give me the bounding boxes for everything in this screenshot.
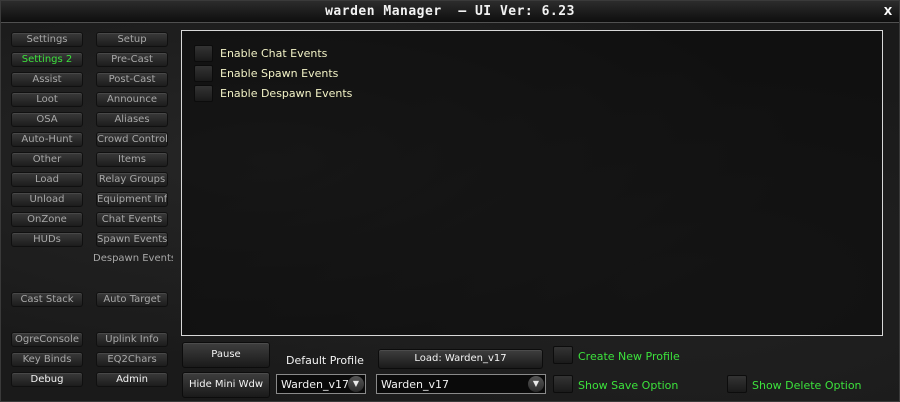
hide-mini-window-button[interactable]: Hide Mini Wdw: [182, 372, 270, 398]
nav-loot[interactable]: Loot: [11, 92, 83, 107]
window-title: warden Manager — UI Ver: 6.23: [325, 4, 575, 19]
create-new-profile-label: Create New Profile: [578, 350, 680, 363]
nav-key-binds[interactable]: Key Binds: [11, 352, 83, 367]
nav-relay-groups[interactable]: Relay Groups: [96, 172, 168, 187]
nav-uplink-info[interactable]: Uplink Info: [96, 332, 168, 347]
chevron-down-icon: ▼: [348, 376, 364, 392]
nav-eq2chars[interactable]: EQ2Chars: [96, 352, 168, 367]
nav-ogre-console[interactable]: OgreConsole: [11, 332, 83, 347]
nav-equipment-info[interactable]: Equipment Info: [96, 192, 168, 207]
nav-pre-cast[interactable]: Pre-Cast: [96, 52, 168, 67]
nav-auto-target[interactable]: Auto Target: [96, 292, 168, 307]
nav-aliases[interactable]: Aliases: [96, 112, 168, 127]
nav-onzone[interactable]: OnZone: [11, 212, 83, 227]
nav-unload[interactable]: Unload: [11, 192, 83, 207]
profile-select[interactable]: Warden_v17 ▼: [376, 374, 546, 394]
nav-spawn-events[interactable]: Spawn Events: [96, 232, 168, 247]
default-profile-label: Default Profile: [286, 354, 364, 367]
enable-chat-events-checkbox[interactable]: [194, 45, 213, 62]
nav-chat-events[interactable]: Chat Events: [96, 212, 168, 227]
settings-2-panel: Enable Chat Events Enable Spawn Events E…: [181, 30, 883, 336]
load-profile-button[interactable]: Load: Warden_v17: [378, 349, 543, 369]
nav-settings-2[interactable]: Settings 2: [11, 52, 83, 67]
enable-spawn-events-checkbox[interactable]: [194, 65, 213, 82]
pause-button[interactable]: Pause: [182, 342, 270, 368]
enable-despawn-events-label: Enable Despawn Events: [220, 87, 353, 100]
profile-select-value: Warden_v17: [381, 378, 449, 391]
nav-cast-stack[interactable]: Cast Stack: [11, 292, 83, 307]
close-button[interactable]: X: [881, 5, 895, 19]
show-save-option-label: Show Save Option: [578, 379, 679, 392]
nav-auto-hunt[interactable]: Auto-Hunt: [11, 132, 83, 147]
nav-other[interactable]: Other: [11, 152, 83, 167]
nav-assist[interactable]: Assist: [11, 72, 83, 87]
debug-button[interactable]: Debug: [11, 372, 83, 387]
nav-huds[interactable]: HUDs: [11, 232, 83, 247]
nav-items[interactable]: Items: [96, 152, 168, 167]
show-save-option-checkbox[interactable]: [553, 375, 573, 393]
default-profile-value: Warden_v17: [281, 378, 349, 391]
chevron-down-icon: ▼: [528, 376, 544, 392]
nav-despawn-events[interactable]: Despawn Events: [93, 252, 173, 267]
enable-chat-events-label: Enable Chat Events: [220, 47, 328, 60]
enable-despawn-events-checkbox[interactable]: [194, 85, 213, 102]
nav-load[interactable]: Load: [11, 172, 83, 187]
show-delete-option-checkbox[interactable]: [727, 375, 747, 393]
default-profile-select[interactable]: Warden_v17 ▼: [276, 374, 366, 394]
admin-button[interactable]: Admin: [96, 372, 168, 387]
nav-post-cast[interactable]: Post-Cast: [96, 72, 168, 87]
nav-setup[interactable]: Setup: [96, 32, 168, 47]
nav-announce[interactable]: Announce: [96, 92, 168, 107]
create-new-profile-checkbox[interactable]: [553, 346, 573, 364]
nav-osa[interactable]: OSA: [11, 112, 83, 127]
title-bar[interactable]: warden Manager — UI Ver: 6.23 X: [1, 1, 899, 23]
nav-settings[interactable]: Settings: [11, 32, 83, 47]
manager-window: warden Manager — UI Ver: 6.23 X Settings…: [0, 0, 900, 402]
enable-spawn-events-label: Enable Spawn Events: [220, 67, 339, 80]
show-delete-option-label: Show Delete Option: [752, 379, 862, 392]
nav-crowd-control[interactable]: Crowd Control: [96, 132, 168, 147]
